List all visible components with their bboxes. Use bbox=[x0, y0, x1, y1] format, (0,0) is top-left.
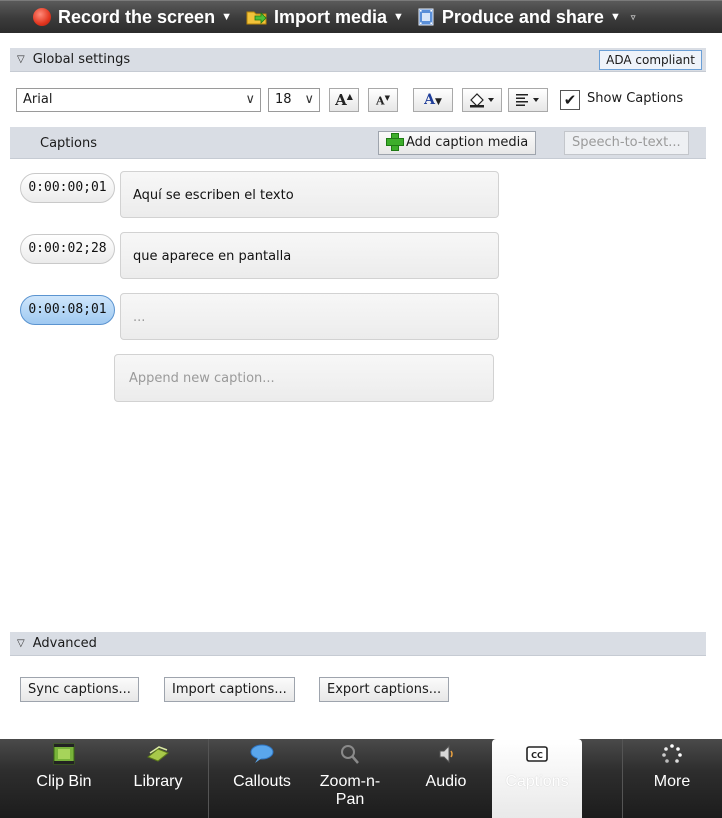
font-family-select[interactable]: Arial ∨ bbox=[16, 88, 261, 112]
record-screen-button[interactable]: Record the screen ▼ bbox=[33, 7, 232, 28]
chevron-down-icon: ▼ bbox=[221, 11, 232, 23]
advanced-title: Advanced bbox=[32, 636, 97, 651]
global-settings-title: Global settings bbox=[32, 52, 131, 67]
tab-captions[interactable]: CC Captions bbox=[492, 739, 582, 818]
chevron-down-icon: ∨ bbox=[245, 92, 255, 107]
import-media-button[interactable]: Import media ▼ bbox=[246, 7, 404, 28]
collapse-triangle-icon: ▽ bbox=[17, 638, 25, 649]
sync-captions-button[interactable]: Sync captions... bbox=[20, 677, 139, 702]
tab-label: Clip Bin bbox=[36, 773, 92, 790]
append-caption-field[interactable]: Append new caption... bbox=[114, 354, 494, 402]
film-export-icon bbox=[418, 8, 434, 26]
font-color-button[interactable]: A▼ bbox=[413, 88, 453, 112]
show-captions-checkbox[interactable]: ✔ bbox=[560, 90, 580, 110]
folder-import-icon bbox=[246, 11, 267, 25]
tab-clip-bin[interactable]: Clip Bin bbox=[17, 739, 111, 818]
tab-library[interactable]: Library bbox=[111, 739, 205, 818]
toolbar-overflow-icon[interactable]: ▿ bbox=[631, 12, 636, 23]
captions-header: Captions Add caption media Speech-to-tex… bbox=[10, 127, 706, 159]
align-lines-icon bbox=[516, 94, 539, 106]
record-screen-label: Record the screen bbox=[58, 6, 216, 27]
speech-to-text-button[interactable]: Speech-to-text... bbox=[564, 131, 689, 155]
record-icon bbox=[33, 8, 51, 26]
font-size-select[interactable]: 18 ∨ bbox=[268, 88, 320, 112]
tab-label: Audio bbox=[425, 773, 467, 790]
caption-timestamp[interactable]: 0:00:02;28 bbox=[20, 234, 115, 264]
import-captions-button[interactable]: Import captions... bbox=[164, 677, 295, 702]
tab-label: Zoom-n-Pan bbox=[319, 773, 381, 808]
caption-text-field[interactable]: ... bbox=[120, 293, 499, 340]
tab-label: Library bbox=[133, 773, 183, 790]
produce-share-label: Produce and share bbox=[441, 6, 604, 27]
font-color-icon: A▼ bbox=[424, 92, 442, 108]
speaker-icon bbox=[439, 744, 453, 764]
caption-timestamp-selected[interactable]: 0:00:08;01 bbox=[20, 295, 115, 325]
bottom-dock: Clip Bin Library Callouts Zoom-n-Pan Aud… bbox=[0, 739, 722, 818]
cc-icon: CC bbox=[526, 746, 548, 762]
export-captions-button[interactable]: Export captions... bbox=[319, 677, 450, 702]
collapse-triangle-icon: ▽ bbox=[17, 54, 25, 65]
tab-audio[interactable]: Audio bbox=[400, 739, 492, 818]
increase-font-button[interactable]: A▲ bbox=[329, 88, 359, 112]
tab-label: Captions bbox=[505, 773, 569, 790]
tab-label: Callouts bbox=[233, 773, 291, 790]
font-size-value: 18 bbox=[275, 92, 292, 107]
font-settings-row: Arial ∨ 18 ∨ A▲ A▼ A▼ ✔ Show Captions bbox=[16, 87, 706, 113]
chevron-down-icon: ▼ bbox=[609, 11, 621, 23]
tab-label: More bbox=[653, 773, 691, 790]
font-increase-icon: A▲ bbox=[335, 91, 353, 109]
import-media-label: Import media bbox=[273, 6, 387, 27]
font-decrease-icon: A▼ bbox=[376, 92, 390, 108]
add-caption-media-button[interactable]: Add caption media bbox=[378, 131, 537, 155]
font-family-value: Arial bbox=[23, 92, 53, 107]
caption-text-field[interactable]: que aparece en pantalla bbox=[120, 232, 499, 279]
global-settings-header[interactable]: ▽ Global settings ADA compliant bbox=[10, 48, 706, 72]
decrease-font-button[interactable]: A▼ bbox=[368, 88, 398, 112]
captions-title: Captions bbox=[40, 136, 97, 151]
speech-bubble-icon bbox=[250, 744, 274, 763]
ada-compliant-button[interactable]: ADA compliant bbox=[599, 50, 702, 70]
paint-bucket-icon bbox=[470, 93, 494, 108]
text-align-button[interactable] bbox=[508, 88, 548, 112]
library-icon bbox=[147, 746, 169, 762]
tab-zoom-n-pan[interactable]: Zoom-n-Pan bbox=[308, 739, 392, 818]
show-captions-label: Show Captions bbox=[587, 91, 684, 106]
svg-text:CC: CC bbox=[531, 751, 543, 760]
chevron-down-icon: ∨ bbox=[304, 92, 314, 107]
main-toolbar: Record the screen ▼ Import media ▼ Produ… bbox=[0, 0, 722, 33]
tab-callouts[interactable]: Callouts bbox=[212, 739, 312, 818]
advanced-header[interactable]: ▽ Advanced bbox=[10, 632, 706, 656]
chevron-down-icon: ▼ bbox=[392, 11, 404, 23]
plus-icon bbox=[386, 133, 404, 151]
spinner-dots-icon bbox=[662, 744, 682, 763]
film-strip-icon bbox=[53, 743, 75, 765]
magnifier-icon bbox=[341, 745, 359, 764]
produce-share-button[interactable]: Produce and share ▼ bbox=[418, 7, 621, 28]
caption-timestamp[interactable]: 0:00:00;01 bbox=[20, 173, 115, 203]
fill-color-button[interactable] bbox=[462, 88, 502, 112]
tab-more[interactable]: More bbox=[626, 739, 718, 818]
add-caption-media-label: Add caption media bbox=[406, 135, 529, 150]
caption-text-field[interactable]: Aquí se escriben el texto bbox=[120, 171, 499, 218]
